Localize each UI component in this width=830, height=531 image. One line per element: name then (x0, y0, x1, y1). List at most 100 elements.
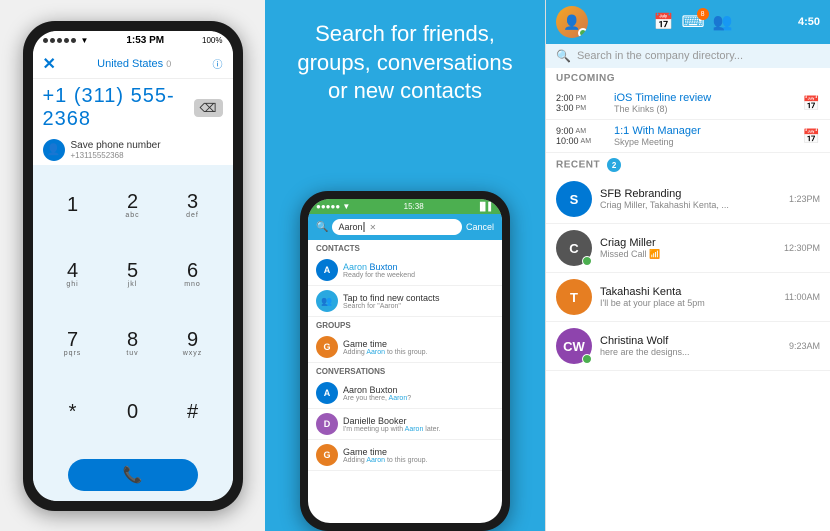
key-6[interactable]: 6mno (165, 242, 221, 307)
upcoming-item-2[interactable]: 9:00 AM 10:00 AM 1:1 With Manager Skype … (546, 120, 830, 153)
recent-christina-wolf[interactable]: CW Christina Wolf here are the designs..… (546, 322, 830, 371)
group-game-time[interactable]: G Game time Adding Aaron to this group. (308, 332, 502, 363)
contacts-icon[interactable]: 👥 (713, 12, 733, 32)
upcoming-details-1: iOS Timeline review The Kinks (8) (608, 92, 803, 114)
search-phone-time: 15:38 (404, 202, 424, 211)
search-query: Aaron (338, 222, 362, 232)
contact-aaron-buxton[interactable]: A Aaron Buxton Ready for the weekend (308, 255, 502, 286)
call-button[interactable]: 📞 (68, 459, 198, 491)
upcoming-item-1[interactable]: 2:00 PM 3:00 PM iOS Timeline review The … (546, 87, 830, 120)
top-bar: 👤 📅 ⌨ 8 👥 4:50 (546, 0, 830, 44)
key-star[interactable]: * (45, 380, 101, 445)
search-results: Contacts A Aaron Buxton Ready for the we… (308, 240, 502, 523)
christina-avatar: CW (556, 328, 592, 364)
sfb-avatar: S (556, 181, 592, 217)
search-placeholder: Search in the company directory... (577, 50, 743, 62)
cancel-button[interactable]: Cancel (466, 222, 494, 232)
save-number-row[interactable]: 👤 Save phone number +13115552368 (33, 135, 233, 165)
recent-criag-miller[interactable]: C Criag Miller Missed Call 📶 12:30PM (546, 224, 830, 273)
signal-dot-1 (43, 38, 48, 43)
online-status-dot (578, 28, 588, 38)
search-icon: 🔍 (556, 49, 571, 63)
recent-takahashi[interactable]: T Takahashi Kenta I'll be at your place … (546, 273, 830, 322)
key-2[interactable]: 2abc (105, 173, 161, 238)
game-time-info: Game time Adding Aaron to this group. (343, 339, 494, 356)
upcoming-title-1: iOS Timeline review (614, 92, 803, 104)
upcoming-sub-1: The Kinks (8) (614, 104, 803, 114)
contacts-label: Contacts (308, 240, 502, 255)
upcoming-sub-2: Skype Meeting (614, 137, 803, 147)
find-new-contacts[interactable]: 👥 Tap to find new contacts Search for "A… (308, 286, 502, 317)
clear-icon[interactable]: ✕ (369, 223, 376, 232)
dialer-header: ✕ United States 0 ⓘ (33, 48, 233, 79)
conv-game-time[interactable]: G Game time Adding Aaron to this group. (308, 440, 502, 471)
signal-dot-3 (57, 38, 62, 43)
danielle-avatar: D (316, 413, 338, 435)
key-3[interactable]: 3def (165, 173, 221, 238)
signal-dots: ▼ (43, 36, 89, 45)
danielle-name: Danielle Booker (343, 416, 494, 426)
top-icons: 📅 ⌨ 8 👥 (654, 12, 733, 32)
takahashi-time: 11:00AM (785, 292, 820, 302)
end-time-2: 10:00 AM (556, 136, 608, 146)
online-indicator-2 (582, 354, 592, 364)
key-7[interactable]: 7pqrs (45, 311, 101, 376)
search-phone-frame: ●●●●● ▼ 15:38 ▐▌▌ 🔍 Aaron ✕ Cancel Conta… (300, 191, 510, 531)
close-button[interactable]: ✕ (43, 54, 56, 74)
calendar-add-icon-2[interactable]: 📅 (803, 128, 820, 145)
conv-game-name: Game time (343, 447, 494, 457)
group-name: Game time (343, 339, 494, 349)
recent-count-badge: 2 (607, 158, 621, 172)
conv-aaron-avatar: A (316, 382, 338, 404)
notification-badge: 8 (697, 8, 709, 20)
key-4[interactable]: 4ghi (45, 242, 101, 307)
takahashi-info: Takahashi Kenta I'll be at your place at… (600, 286, 777, 308)
middle-section: Search for friends,groups, conversations… (265, 0, 545, 531)
conv-aaron-buxton[interactable]: A Aaron Buxton Are you there, Aaron? (308, 378, 502, 409)
danielle-info: Danielle Booker I'm meeting up with Aaro… (343, 416, 494, 433)
sfb-name: SFB Rebranding (600, 188, 781, 200)
criag-name: Criag Miller (600, 237, 776, 249)
directory-search-bar[interactable]: 🔍 Search in the company directory... (546, 44, 830, 68)
signal-dot-4 (64, 38, 69, 43)
key-9[interactable]: 9wxyz (165, 311, 221, 376)
keypad-icon[interactable]: ⌨ 8 (681, 12, 704, 32)
signal-status: ●●●●● ▼ (316, 202, 350, 211)
key-hash[interactable]: # (165, 380, 221, 445)
key-8[interactable]: 8tuv (105, 311, 161, 376)
conv-danielle-booker[interactable]: D Danielle Booker I'm meeting up with Aa… (308, 409, 502, 440)
search-icon: 🔍 (316, 222, 328, 233)
headline-text: Search for friends,groups, conversations… (297, 20, 512, 106)
takahashi-name: Takahashi Kenta (600, 286, 777, 298)
start-time-1: 2:00 PM (556, 93, 608, 103)
key-1[interactable]: 1 (45, 173, 101, 238)
find-contacts-icon: 👥 (316, 290, 338, 312)
online-indicator (582, 256, 592, 266)
recent-label: RECENT 2 (546, 153, 830, 175)
recent-sfb-rebranding[interactable]: S SFB Rebranding Criag Miller, Takahashi… (546, 175, 830, 224)
calendar-add-icon-1[interactable]: 📅 (803, 95, 820, 112)
criag-info: Criag Miller Missed Call 📶 (600, 237, 776, 260)
country-code: 0 (166, 59, 171, 69)
backspace-button[interactable]: ⌫ (194, 99, 223, 117)
criag-avatar: C (556, 230, 592, 266)
search-phone-screen: ●●●●● ▼ 15:38 ▐▌▌ 🔍 Aaron ✕ Cancel Conta… (308, 199, 502, 523)
save-number: +13115552368 (71, 151, 161, 160)
save-contact-icon: 👤 (43, 139, 65, 161)
key-5[interactable]: 5jkl (105, 242, 161, 307)
end-time-1: 3:00 PM (556, 103, 608, 113)
upcoming-details-2: 1:1 With Manager Skype Meeting (608, 125, 803, 147)
user-avatar[interactable]: 👤 (556, 6, 588, 38)
calendar-icon[interactable]: 📅 (654, 12, 674, 32)
conv-game-info: Game time Adding Aaron to this group. (343, 447, 494, 464)
country-selector[interactable]: United States 0 (97, 58, 171, 70)
find-contacts-label: Tap to find new contacts (343, 293, 494, 303)
start-time-2: 9:00 AM (556, 126, 608, 136)
number-display-area: +1 (311) 555-2368 ⌫ (33, 79, 233, 135)
key-0[interactable]: 0 (105, 380, 161, 445)
aaron-buxton-avatar: A (316, 259, 338, 281)
search-input[interactable]: Aaron ✕ (332, 219, 462, 235)
info-icon[interactable]: ⓘ (213, 56, 223, 71)
signal-dot-5 (71, 38, 76, 43)
save-label: Save phone number (71, 140, 161, 151)
